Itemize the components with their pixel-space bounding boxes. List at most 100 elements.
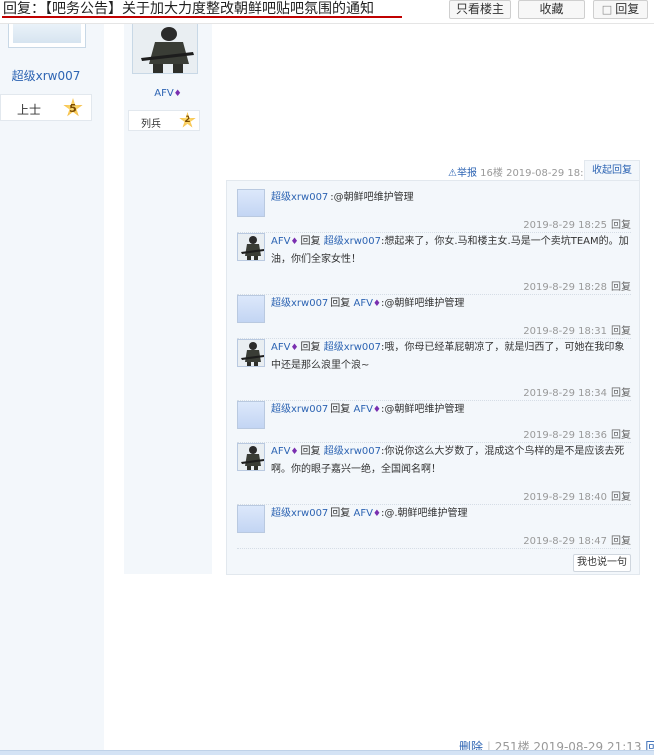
reply-username[interactable]: 超级xrw007 — [271, 298, 328, 309]
reply-content: 超级xrw007 回复 AFV♦:@朝鲜吧维护管理 — [271, 295, 631, 313]
devil-emoji-icon: ♦ — [290, 447, 299, 457]
author-name-text: AFV — [154, 88, 174, 99]
reply-link[interactable]: 回复 — [611, 282, 631, 293]
reply-username[interactable]: AFV — [271, 236, 290, 247]
reply-text: :@朝鲜吧维护管理 — [381, 404, 465, 415]
reply-label: 回复 — [330, 508, 351, 519]
devil-emoji-icon: ♦ — [290, 343, 299, 353]
warning-icon: ⚠ — [448, 168, 457, 179]
post-time: 2019-08-29 18:09 — [506, 168, 597, 179]
reply-avatar[interactable] — [237, 401, 265, 429]
reply-avatar[interactable] — [237, 233, 265, 261]
reply-target-user[interactable]: 超级xrw007 — [324, 236, 381, 247]
author-rank-box: 列兵 2 — [128, 110, 200, 131]
reply-avatar[interactable] — [237, 189, 265, 217]
divider — [0, 750, 654, 755]
reply-item: AFV♦ 回复 超级xrw007:你说你这么大岁数了，混成这个鸟样的是不是应该去死… — [237, 443, 631, 505]
reply-username[interactable]: 超级xrw007 — [271, 192, 328, 203]
reply-item: AFV♦ 回复 超级xrw007:想起来了，你女.马和楼主女.马是一个卖坑TEAM… — [237, 233, 631, 295]
reply-link[interactable]: 回复 — [611, 430, 631, 441]
reply-link[interactable]: 回复 — [611, 388, 631, 399]
reply-username[interactable]: AFV — [271, 446, 290, 457]
author-rank-label: 列兵 — [141, 119, 161, 130]
reply-username[interactable]: 超级xrw007 — [271, 404, 328, 415]
thread-header: 回复：【吧务公告】关于加大力度整改朝鲜吧贴吧氛围的通知 只看楼主 收藏 □ 回复 — [0, 0, 654, 24]
add-comment-button[interactable]: 我也说一句 — [573, 554, 631, 572]
reply-avatar[interactable] — [237, 505, 265, 533]
reply-target-user[interactable]: AFV — [353, 404, 372, 415]
floor-number: 16楼 — [480, 168, 503, 179]
reply-content: AFV♦ 回复 超级xrw007:想起来了，你女.马和楼主女.马是一个卖坑TEAM… — [271, 233, 631, 268]
reply-time: 2019-8-29 18:25 — [523, 220, 607, 231]
reply-username[interactable]: AFV — [271, 342, 290, 353]
reply-time: 2019-8-29 18:31 — [523, 326, 607, 337]
reply-label: 回复 — [300, 342, 321, 353]
reply-time-row: 2019-8-29 18:36 回复 — [523, 426, 631, 441]
devil-emoji-icon: ♦ — [372, 405, 381, 415]
reply-item: 超级xrw007 回复 AFV♦:@.朝鲜吧维护管理 2019-8-29 18:47… — [237, 505, 631, 549]
left-avatar[interactable] — [8, 24, 86, 48]
reply-username[interactable]: 超级xrw007 — [271, 508, 328, 519]
reply-link[interactable]: 回复 — [611, 220, 631, 231]
title-underline — [2, 16, 402, 18]
reply-content: AFV♦ 回复 超级xrw007:你说你这么大岁数了，混成这个鸟样的是不是应该去死… — [271, 443, 631, 478]
thread-title: 回复：【吧务公告】关于加大力度整改朝鲜吧贴吧氛围的通知 — [3, 1, 374, 17]
reply-time-row: 2019-8-29 18:34 回复 — [523, 384, 631, 399]
left-rank-box: 上士 5 — [0, 94, 92, 121]
left-author-column: 超级xrw007 上士 5 — [0, 24, 104, 755]
reply-target-user[interactable]: AFV — [353, 298, 372, 309]
reply-time-row: 2019-8-29 18:28 回复 — [523, 278, 631, 293]
reply-content: 超级xrw007 回复 AFV♦:@朝鲜吧维护管理 — [271, 401, 631, 419]
reply-link[interactable]: 回复 — [611, 326, 631, 337]
collapse-replies-button[interactable]: 收起回复 — [584, 160, 640, 180]
author-name[interactable]: AFV♦ — [124, 88, 212, 99]
reply-label: 回复 — [330, 298, 351, 309]
post-author-column: AFV♦ 列兵 2 — [124, 24, 212, 574]
author-avatar[interactable] — [132, 24, 198, 74]
reply-target-user[interactable]: 超级xrw007 — [324, 446, 381, 457]
reply-label: 回复 — [300, 446, 321, 457]
reply-text: :@.朝鲜吧维护管理 — [381, 508, 468, 519]
left-username[interactable]: 超级xrw007 — [0, 67, 92, 84]
reply-text: :@朝鲜吧维护管理 — [330, 192, 414, 203]
level-star-icon: 2 — [179, 112, 196, 128]
reply-avatar[interactable] — [237, 295, 265, 323]
favorite-button[interactable]: 收藏 — [518, 0, 585, 19]
reply-avatar[interactable] — [237, 443, 265, 471]
reply-button[interactable]: □ 回复 — [593, 0, 648, 19]
reply-target-user[interactable]: 超级xrw007 — [324, 342, 381, 353]
post-meta: ⚠举报 16楼 2019-08-29 18:09 — [448, 164, 596, 179]
left-rank-label: 上士 — [17, 103, 42, 117]
report-label: 举报 — [456, 168, 477, 179]
level-star-icon: 5 — [63, 98, 83, 117]
reply-time-row: 2019-8-29 18:40 回复 — [523, 488, 631, 503]
reply-avatar[interactable] — [237, 339, 265, 367]
reply-time: 2019-8-29 18:47 — [523, 536, 607, 547]
reply-time-row: 2019-8-29 18:31 回复 — [523, 322, 631, 337]
reply-item: 超级xrw007 回复 AFV♦:@朝鲜吧维护管理 2019-8-29 18:31 回… — [237, 295, 631, 339]
reply-time: 2019-8-29 18:40 — [523, 492, 607, 503]
reply-time-row: 2019-8-29 18:47 回复 — [523, 532, 631, 547]
only-owner-button[interactable]: 只看楼主 — [449, 0, 511, 19]
reply-content: 超级xrw007 回复 AFV♦:@.朝鲜吧维护管理 — [271, 505, 631, 523]
reply-content: 超级xrw007:@朝鲜吧维护管理 — [271, 189, 631, 206]
reply-time-row: 2019-8-29 18:25 回复 — [523, 216, 631, 231]
reply-link[interactable]: 回复 — [611, 492, 631, 503]
reply-content: AFV♦ 回复 超级xrw007:哦，你母已经革屁朝凉了，就是归西了，可她在我印象… — [271, 339, 631, 374]
reply-item: 超级xrw007:@朝鲜吧维护管理 2019-8-29 18:25 回复 — [237, 189, 631, 233]
reply-time: 2019-8-29 18:34 — [523, 388, 607, 399]
report-link[interactable]: ⚠举报 — [448, 168, 477, 179]
devil-emoji-icon: ♦ — [173, 89, 182, 99]
comment-icon: □ — [601, 3, 613, 16]
devil-emoji-icon: ♦ — [290, 237, 299, 247]
reply-thread: 超级xrw007:@朝鲜吧维护管理 2019-8-29 18:25 回复 AFV♦ 回复… — [226, 180, 640, 575]
reply-label: 回复 — [330, 404, 351, 415]
devil-emoji-icon: ♦ — [372, 299, 381, 309]
reply-target-user[interactable]: AFV — [353, 508, 372, 519]
reply-button-label: 回复 — [615, 2, 640, 16]
reply-link[interactable]: 回复 — [611, 536, 631, 547]
reply-time: 2019-8-29 18:28 — [523, 282, 607, 293]
devil-emoji-icon: ♦ — [372, 509, 381, 519]
reply-item: AFV♦ 回复 超级xrw007:哦，你母已经革屁朝凉了，就是归西了，可她在我印象… — [237, 339, 631, 401]
reply-item: 超级xrw007 回复 AFV♦:@朝鲜吧维护管理 2019-8-29 18:36 回… — [237, 401, 631, 443]
